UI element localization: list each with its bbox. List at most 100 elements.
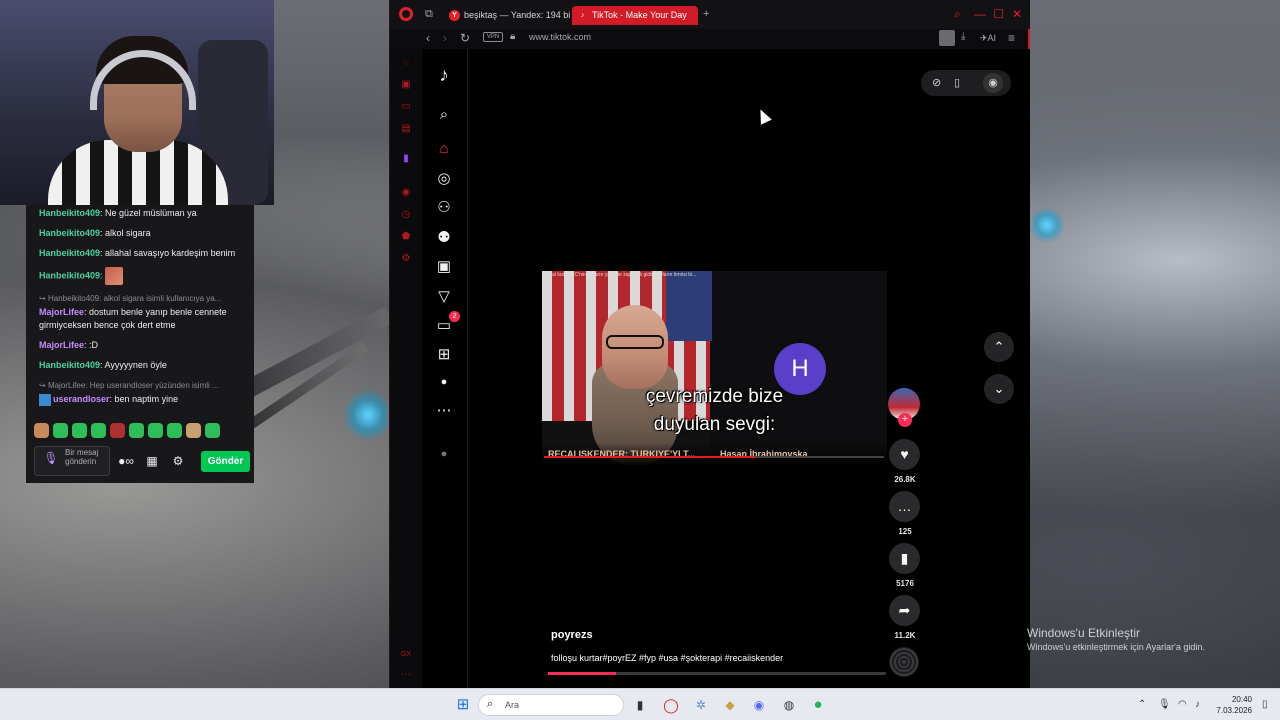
comment-button[interactable]: … [889, 491, 920, 522]
activity-send-icon[interactable]: ▽ [434, 287, 454, 307]
emote-icon[interactable] [167, 423, 182, 438]
start-windows-icon[interactable]: ⊞ [454, 696, 472, 714]
chat-username[interactable]: MajorLifee [39, 307, 84, 317]
sidebar-home-icon[interactable]: ◌ [400, 57, 412, 69]
notification-bell-icon[interactable]: ▯ [1262, 699, 1268, 710]
more-options-icon[interactable]: ◉ [983, 73, 1003, 93]
phone-mode-icon[interactable]: ▯ [954, 76, 960, 89]
user-avatar-icon[interactable]: ● [434, 444, 454, 464]
download-icon[interactable]: ⤓ [961, 31, 965, 42]
chat-username[interactable]: Hanbeikito409 [39, 248, 100, 258]
sidebar-player-icon[interactable]: ◉ [400, 187, 412, 199]
sidebar-news-icon[interactable]: ▤ [400, 123, 412, 135]
tray-wifi-icon[interactable]: ◠ [1178, 699, 1187, 710]
search-tabs-icon[interactable]: ⌕ [954, 7, 961, 22]
emote-icon[interactable] [148, 423, 163, 438]
following-icon[interactable]: ⚇ [434, 198, 454, 218]
store-icon[interactable]: ▦ [142, 451, 162, 471]
sidebar-extensions-icon[interactable]: ⬟ [400, 231, 412, 243]
emote-icon[interactable] [186, 423, 201, 438]
taskbar-clock[interactable]: 20:40 7.03.2026 [1212, 694, 1252, 716]
tray-chevron-up-icon[interactable]: ⌃ [1138, 699, 1146, 710]
chat-text: :D [89, 340, 99, 350]
app-icon[interactable]: ✲ [692, 696, 710, 714]
live-tv-icon[interactable]: ▣ [434, 257, 454, 277]
chat-username[interactable]: userandloser [53, 394, 110, 404]
aria-ai-button[interactable]: ✈AI [980, 33, 996, 44]
chat-input[interactable]: 🎙 Bir mesaj gönderin [34, 446, 110, 476]
share-count: 11.2K [894, 631, 916, 640]
inbox-message-icon[interactable]: ▭ 2 [434, 311, 460, 336]
next-video-chevron-down-icon[interactable]: ⌄ [984, 374, 1014, 404]
tiktok-logo-icon[interactable]: ♪ [434, 66, 454, 86]
profile-avatar-icon[interactable]: ● [434, 372, 454, 392]
sidebar-settings-icon[interactable]: ⚙ [400, 253, 412, 265]
sidebar-game-icon[interactable]: ▣ [400, 79, 412, 91]
new-tab-plus-icon[interactable]: + [703, 8, 709, 20]
share-button[interactable]: ➦ [889, 595, 920, 626]
maximize-icon[interactable]: ☐ [993, 7, 1004, 21]
emote-cat-icon[interactable] [34, 423, 49, 438]
discord-icon[interactable]: ◉ [750, 696, 768, 714]
video-player[interactable]: H sanal kurtar TC'nin gizlarıe çok yüe z… [542, 271, 887, 465]
chat-username[interactable]: MajorLifee [39, 340, 84, 350]
search-icon[interactable]: ⌕ [434, 105, 454, 125]
tab-overview-icon[interactable]: ⧉ [425, 8, 433, 21]
bookmark-button[interactable]: ▮ [889, 543, 920, 574]
url-field[interactable]: www.tiktok.com [529, 32, 591, 42]
chat-username[interactable]: Hanbeikito409 [39, 208, 100, 218]
tray-microphone-icon[interactable]: 🎙︎ [1158, 699, 1171, 710]
friends-icon[interactable]: ⚉ [434, 228, 454, 248]
previous-video-chevron-up-icon[interactable]: ⌃ [984, 332, 1014, 362]
emote-icon[interactable] [110, 423, 125, 438]
close-icon[interactable]: ✕ [1012, 7, 1022, 21]
more-dots-icon[interactable]: ⋯ [434, 401, 454, 421]
opera-gx-taskbar-icon[interactable]: ◯ [662, 696, 680, 714]
explore-compass-icon[interactable]: ◎ [434, 169, 454, 189]
emote-icon[interactable] [53, 423, 68, 438]
feed-progress-bar[interactable] [548, 672, 886, 675]
send-button[interactable]: Gönder [201, 450, 250, 472]
home-icon[interactable]: ⌂ [434, 139, 454, 159]
emote-icon[interactable] [91, 423, 106, 438]
opera-logo-icon[interactable] [399, 7, 413, 21]
captions-icon[interactable]: ⊘ [932, 76, 941, 89]
bits-icon[interactable]: ●∞ [116, 451, 136, 471]
chat-username[interactable]: Hanbeikito409 [39, 270, 100, 280]
task-view-icon[interactable]: ▮ [631, 696, 649, 714]
emote-icon[interactable] [205, 423, 220, 438]
tab-tiktok[interactable]: ♪ TikTok - Make Your Day [572, 6, 698, 25]
sidebar-gx-icon[interactable]: GX [400, 649, 412, 661]
spotify-icon[interactable]: ● [809, 696, 827, 714]
obs-icon[interactable]: ◍ [780, 696, 798, 714]
like-heart-button[interactable]: ♥ [889, 439, 920, 470]
video-progress-bar[interactable] [544, 456, 884, 458]
upload-plus-icon[interactable]: ⊞ [434, 345, 454, 365]
reload-icon[interactable]: ↻ [460, 31, 470, 45]
settings-gear-icon[interactable]: ⚙ [168, 451, 188, 471]
sidebar-history-icon[interactable]: ◷ [400, 209, 412, 221]
sidebar-chat-icon[interactable]: ▭ [400, 101, 412, 113]
post-author[interactable]: poyrezs [551, 629, 593, 641]
emote-icon[interactable] [72, 423, 87, 438]
emote-icon[interactable] [129, 423, 144, 438]
league-client-icon[interactable]: ◆ [721, 696, 739, 714]
minimize-icon[interactable]: — [974, 7, 986, 21]
sidebar-twitch-icon[interactable]: ▮ [400, 153, 412, 165]
tab-yandex[interactable]: Y beşiktaş — Yandex: 194 bi [444, 6, 570, 25]
chat-text: alkol sigara [105, 228, 151, 238]
music-disc-icon[interactable] [889, 647, 919, 677]
follow-plus-button[interactable]: + [898, 413, 912, 427]
forward-arrow-icon[interactable]: › [443, 31, 447, 45]
menu-icon[interactable]: ≡ [1008, 31, 1015, 45]
extension-avatar-icon[interactable] [939, 30, 955, 46]
tray-volume-icon[interactable]: ♪ [1195, 699, 1200, 710]
taskbar-search[interactable]: ⌕ Ara [478, 694, 624, 716]
back-arrow-icon[interactable]: ‹ [426, 31, 430, 45]
microphone-icon[interactable]: 🎙 [43, 452, 59, 470]
chat-username[interactable]: Hanbeikito409 [39, 228, 100, 238]
chat-username[interactable]: Hanbeikito409 [39, 360, 100, 370]
lock-icon[interactable]: 🔒︎ [510, 31, 515, 42]
sidebar-more-icon[interactable]: ⋯ [400, 669, 412, 681]
vpn-badge[interactable]: VPN [483, 32, 503, 42]
